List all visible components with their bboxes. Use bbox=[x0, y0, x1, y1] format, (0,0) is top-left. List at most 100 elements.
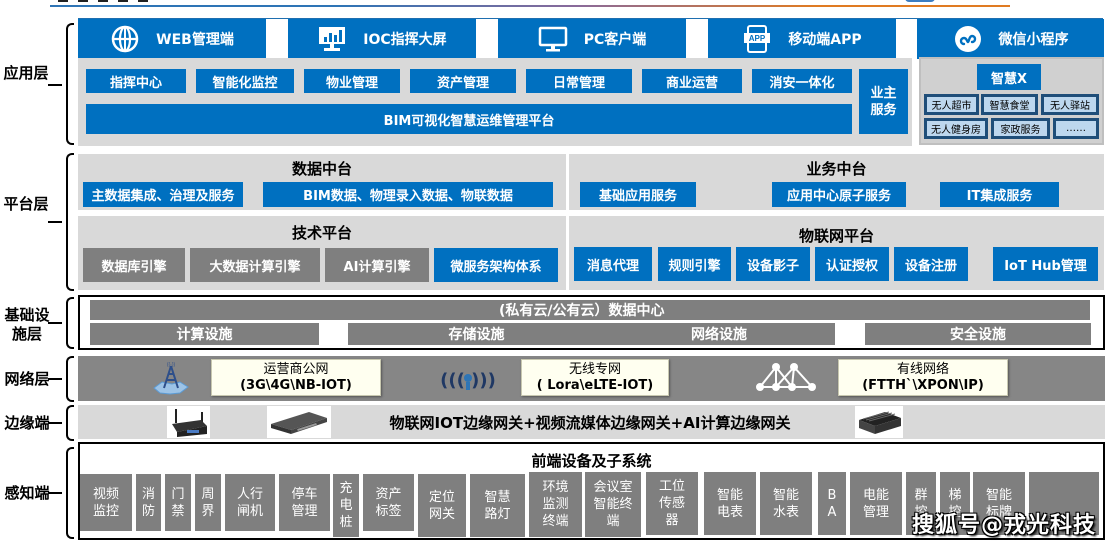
perception-item-line: 智慧 bbox=[484, 489, 511, 505]
perception-item-label: BA bbox=[828, 487, 837, 521]
iot-device-shadow[interactable]: 设备影子 bbox=[736, 247, 810, 281]
business-center-it-integration[interactable]: IT集成服务 bbox=[940, 182, 1059, 207]
smart-x-title[interactable]: 智慧X bbox=[977, 64, 1041, 90]
smart-x-smart-canteen[interactable]: 智慧食堂 bbox=[981, 94, 1038, 115]
perception-item-label: 周界 bbox=[201, 486, 214, 520]
perception-item[interactable]: 工位 传感器 bbox=[646, 472, 698, 535]
perception-item-line: 网关 bbox=[428, 506, 455, 522]
perception-item-line: 闸机 bbox=[236, 503, 263, 519]
perception-item-label: 电能 管理 bbox=[863, 487, 889, 521]
network-line2: (3G\4G\NB-IOT) bbox=[240, 378, 352, 393]
perception-item-line: 终端 bbox=[542, 514, 569, 529]
data-center-bim-data[interactable]: BIM数据、物理录入数据、物联数据 bbox=[263, 182, 553, 207]
data-center-master-data[interactable]: 主数据集成、治理及服务 bbox=[83, 182, 243, 207]
tech-microservice[interactable]: 微服务架构体系 bbox=[434, 248, 558, 282]
business-center-atomic-service[interactable]: 应用中心原子服务 bbox=[772, 182, 906, 207]
perception-item[interactable]: 定位 网关 bbox=[418, 474, 466, 537]
header-logo-fragment bbox=[905, 0, 935, 2]
client-label: WEB管理端 bbox=[156, 32, 234, 48]
perception-item-line: 视频 bbox=[92, 486, 119, 502]
smart-x-unmanned-supermarket[interactable]: 无人超市 bbox=[924, 94, 979, 115]
iot-message-broker[interactable]: 消息代理 bbox=[574, 247, 652, 281]
app-module-daily-mgmt[interactable]: 日常管理 bbox=[526, 69, 632, 93]
smart-x-unmanned-gym[interactable]: 无人健身房 bbox=[924, 118, 988, 139]
client-ioc[interactable]: IOC指挥大屏 bbox=[288, 19, 476, 59]
perception-item-label: 定位 网关 bbox=[429, 489, 455, 523]
brace-tick bbox=[48, 492, 62, 494]
infra-compute[interactable]: 计算设施 bbox=[90, 323, 319, 345]
iot-device-registry[interactable]: 设备注册 bbox=[894, 247, 968, 281]
perception-item-line: 人行 bbox=[236, 486, 263, 502]
perception-item[interactable]: 智能 电表 bbox=[704, 472, 756, 535]
bim-platform-bar[interactable]: BIM可视化智慧运维管理平台 bbox=[86, 104, 852, 134]
app-module-command-center[interactable]: 指挥中心 bbox=[86, 69, 186, 93]
perception-item[interactable]: 周界 bbox=[195, 474, 221, 531]
perception-item-line: 会议室 bbox=[593, 480, 633, 495]
business-center-title: 业务中台 bbox=[806, 160, 867, 178]
app-module-commercial-ops[interactable]: 商业运营 bbox=[642, 69, 742, 93]
watermark: 搜狐号@戎光科技 bbox=[912, 513, 1097, 538]
perception-item[interactable]: 会议室 智能终端 bbox=[585, 472, 641, 537]
perception-item-label: 门禁 bbox=[171, 486, 184, 520]
perception-item[interactable]: 智能 水表 bbox=[760, 472, 812, 535]
network-wired[interactable]: 有线网络 (FTTH`\XPON\IP) bbox=[838, 359, 1008, 396]
iot-auth[interactable]: 认证授权 bbox=[815, 247, 889, 281]
app-module-property-mgmt[interactable]: 物业管理 bbox=[304, 69, 400, 93]
brace-platform bbox=[66, 153, 74, 291]
brace-infrastructure bbox=[66, 297, 74, 349]
network-wireless-private[interactable]: 无线专网 ( Lora\eLTE-IOT) bbox=[521, 359, 669, 396]
network-public-carrier[interactable]: 运营商公网 (3G\4G\NB-IOT) bbox=[211, 359, 381, 396]
perception-item[interactable]: 智慧 路灯 bbox=[470, 474, 525, 537]
perception-item[interactable]: 环境 监测 终端 bbox=[529, 472, 582, 537]
client-web[interactable]: WEB管理端 bbox=[78, 19, 266, 59]
brace-tick bbox=[48, 422, 62, 424]
tech-bigdata-engine[interactable]: 大数据计算引擎 bbox=[190, 248, 320, 282]
owner-service[interactable]: 业主 服务 bbox=[859, 69, 908, 134]
perception-item-line: 路灯 bbox=[484, 506, 511, 522]
layer-label-infrastructure: 基础设 施层 bbox=[2, 306, 52, 344]
perception-item[interactable]: BA bbox=[818, 472, 846, 535]
perception-item[interactable]: 门禁 bbox=[165, 474, 191, 531]
app-module-smart-monitoring[interactable]: 智能化监控 bbox=[196, 69, 294, 93]
infra-gap bbox=[319, 323, 348, 345]
infra-security[interactable]: 安全设施 bbox=[865, 323, 1091, 345]
iot-platform-title: 物联网平台 bbox=[798, 227, 874, 245]
brace-edge bbox=[66, 405, 74, 441]
iot-hub-mgmt[interactable]: IoT Hub管理 bbox=[993, 247, 1098, 281]
tech-db-engine[interactable]: 数据库引擎 bbox=[83, 248, 185, 282]
perception-item[interactable]: 消防 bbox=[136, 474, 161, 531]
cell-tower-icon: ((·)) bbox=[150, 360, 192, 400]
layer-label-application: 应用层 bbox=[3, 64, 49, 82]
client-pc[interactable]: PC客户端 bbox=[498, 19, 686, 59]
perception-item[interactable]: 资产 标签 bbox=[363, 474, 414, 531]
perception-item-line: 充 bbox=[339, 481, 353, 496]
smart-x-more[interactable]: …… bbox=[1053, 118, 1099, 139]
client-mini-program[interactable]: 微信小程序 bbox=[917, 19, 1104, 59]
perception-item-label: 充电桩 bbox=[339, 480, 352, 531]
app-module-asset-mgmt[interactable]: 资产管理 bbox=[410, 69, 516, 93]
perception-item[interactable]: 停车 管理 bbox=[279, 474, 330, 531]
perception-item-line: 停车 bbox=[291, 486, 318, 502]
perception-item[interactable]: 电能 管理 bbox=[850, 472, 902, 535]
perception-item-line: 智能 bbox=[772, 487, 799, 503]
smart-x-unmanned-station[interactable]: 无人驿站 bbox=[1041, 94, 1099, 115]
perception-item[interactable]: 视频 监控 bbox=[80, 474, 132, 531]
brace-tick bbox=[48, 84, 62, 86]
perception-item[interactable]: 人行 闸机 bbox=[225, 474, 275, 531]
app-module-fire-security[interactable]: 消安一体化 bbox=[752, 69, 852, 93]
perception-item-line: A bbox=[827, 504, 837, 520]
perception-item[interactable]: 充电桩 bbox=[333, 474, 359, 537]
infra-storage[interactable]: 存储设施 bbox=[348, 323, 605, 345]
perception-item-line: 标签 bbox=[375, 503, 402, 519]
client-mobile-app[interactable]: APP 移动端APP bbox=[708, 19, 896, 59]
business-center-basic-app[interactable]: 基础应用服务 bbox=[580, 182, 696, 207]
iot-rule-engine[interactable]: 规则引擎 bbox=[658, 247, 731, 281]
tech-ai-engine[interactable]: AI计算引擎 bbox=[325, 248, 429, 282]
infra-network[interactable]: 网络设施 bbox=[603, 323, 835, 345]
smart-x-housekeeping[interactable]: 家政服务 bbox=[991, 118, 1050, 139]
perception-item-line: 传感 bbox=[658, 496, 685, 511]
brace-application bbox=[66, 23, 74, 145]
tech-platform-title: 技术平台 bbox=[291, 224, 352, 242]
perception-item-line: 监测 bbox=[542, 497, 569, 512]
perception-item-line: 监控 bbox=[92, 503, 119, 519]
